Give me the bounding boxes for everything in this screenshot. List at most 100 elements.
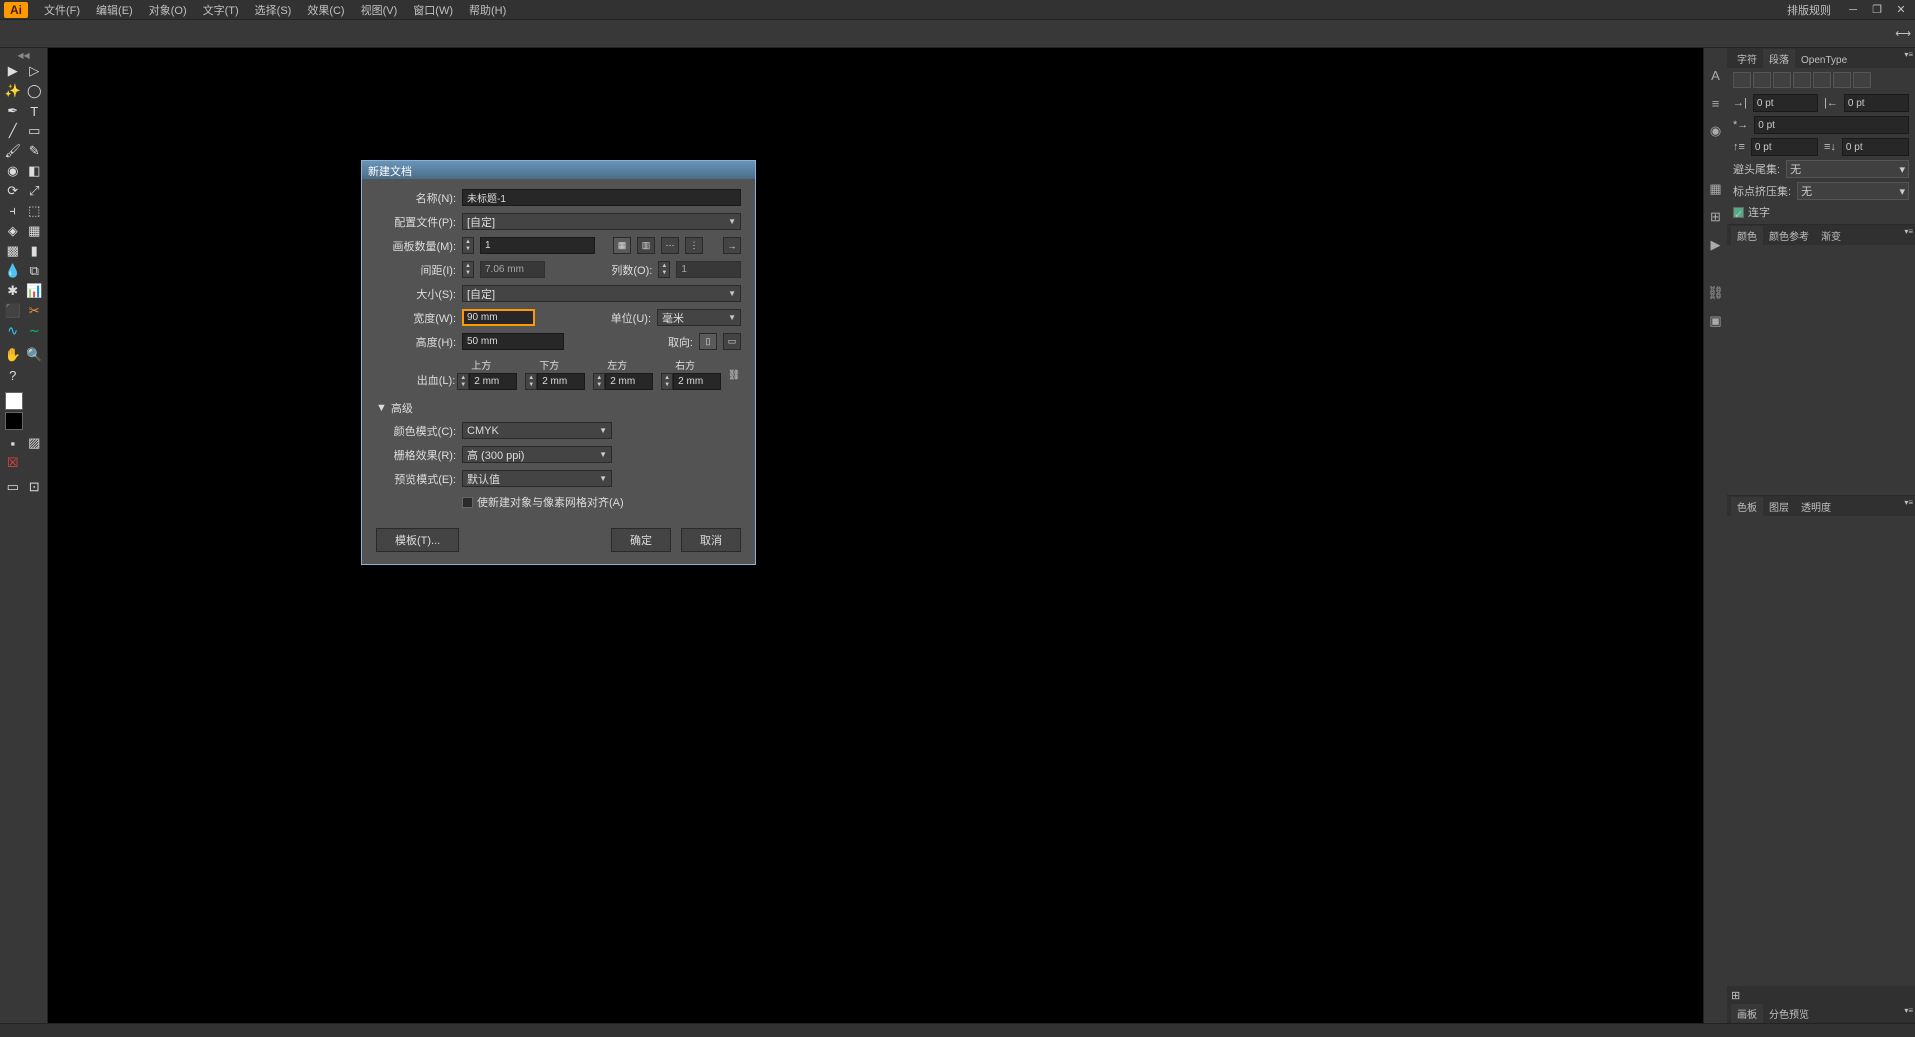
spacing-input[interactable]: 7.06 mm [480,261,545,278]
maximize-button[interactable]: ❐ [1867,2,1887,18]
menu-type[interactable]: 文字(T) [195,0,247,20]
tools-collapse-icon[interactable]: ◀◀ [2,50,45,61]
indent-right-input[interactable]: 0 pt [1844,94,1909,112]
menu-window[interactable]: 窗口(W) [405,0,461,20]
scale-tool[interactable]: ⤢ [24,181,46,201]
color-panel-menu-icon[interactable]: ▾≡ [1904,227,1913,236]
width-input[interactable]: 90 mm [462,309,535,326]
rotate-tool[interactable]: ⟳ [2,181,24,201]
move-tool[interactable]: ∿ [2,321,24,341]
preview-select[interactable]: 默认值▼ [462,470,612,487]
transform-panel-icon[interactable]: ⊞ [1707,208,1725,226]
free-transform-tool[interactable]: ⬚ [24,201,46,221]
height-input[interactable]: 50 mm [462,333,564,350]
tab-artboards[interactable]: 画板 [1731,1004,1763,1023]
arrange-col-icon[interactable]: ⋮ [685,237,703,254]
tab-character[interactable]: 字符 [1731,49,1763,68]
gradient-tool[interactable]: ▮ [24,241,46,261]
justify-left-button[interactable] [1793,72,1811,88]
justify-right-button[interactable] [1833,72,1851,88]
paintbrush-tool[interactable]: 🖌 [2,141,24,161]
tab-color[interactable]: 颜色 [1731,226,1763,245]
help-tool[interactable]: ? [2,365,24,385]
artboard-direction-icon[interactable]: → [723,237,741,254]
stroke-panel-icon[interactable]: ▣ [1707,312,1725,330]
menu-help[interactable]: 帮助(H) [461,0,514,20]
raster-select[interactable]: 高 (300 ppi)▼ [462,446,612,463]
wrinkle-tool[interactable]: ∼ [24,321,46,341]
bleed-link-icon[interactable]: ⛓ [727,360,741,390]
type-tool[interactable]: T [24,101,46,121]
artboard-tool[interactable]: ⬛ [2,301,24,321]
grid-by-row-icon[interactable]: ▦ [613,237,631,254]
align-center-button[interactable] [1753,72,1771,88]
spacing-spinner[interactable]: ▲▼ [462,261,474,278]
tab-gradient[interactable]: 渐变 [1815,226,1847,245]
appearance-panel-icon[interactable]: ◉ [1707,122,1725,140]
hyphenate-checkbox[interactable]: ✓ 连字 [1733,204,1909,220]
gradient-mode-icon[interactable]: ▨ [24,433,46,453]
blob-brush-tool[interactable]: ◉ [2,161,24,181]
selection-tool[interactable]: ▶ [2,61,24,81]
line-tool[interactable]: ╱ [2,121,24,141]
orientation-landscape-icon[interactable]: ▭ [723,333,741,350]
perspective-tool[interactable]: ▦ [24,221,46,241]
tab-color-guide[interactable]: 颜色参考 [1763,226,1815,245]
tab-separations[interactable]: 分色预览 [1763,1004,1815,1023]
indent-left-input[interactable]: 0 pt [1753,94,1818,112]
type-panel-icon[interactable]: A [1707,66,1725,84]
name-input[interactable]: 未标题-1 [462,189,741,206]
size-select[interactable]: [自定]▼ [462,285,741,302]
hand-tool[interactable]: ✋ [2,345,24,365]
bottom-panel-menu-icon[interactable]: ▾≡ [1904,1006,1913,1015]
symbol-sprayer-tool[interactable]: ✱ [2,281,24,301]
bleed-top-input[interactable]: 2 mm [469,373,517,390]
pencil-tool[interactable]: ✎ [24,141,46,161]
space-after-input[interactable]: 0 pt [1842,138,1909,156]
justify-center-button[interactable] [1813,72,1831,88]
links-panel-icon[interactable]: ⛓ [1707,284,1725,302]
close-button[interactable]: ✕ [1891,2,1911,18]
options-collapse-icon[interactable]: ⟷ [1895,27,1911,40]
layout-rules-dropdown[interactable]: 排版规则 [1779,0,1839,20]
mesh-tool[interactable]: ▩ [2,241,24,261]
pen-tool[interactable]: ✒ [2,101,24,121]
blend-tool[interactable]: ⧉ [24,261,46,281]
slice-tool[interactable]: ✂ [24,301,46,321]
tab-paragraph[interactable]: 段落 [1763,49,1795,68]
bleed-right-input[interactable]: 2 mm [673,373,721,390]
mojikumi-select[interactable]: 无▾ [1797,182,1909,200]
lasso-tool[interactable]: ◯ [24,81,46,101]
magic-wand-tool[interactable]: ✨ [2,81,24,101]
menu-file[interactable]: 文件(F) [36,0,88,20]
graph-tool[interactable]: 📊 [24,281,46,301]
kinsoku-select[interactable]: 无▾ [1786,160,1909,178]
tab-opentype[interactable]: OpenType [1795,53,1853,68]
bleed-left-spinner[interactable]: ▲▼ [593,373,605,390]
align-right-button[interactable] [1773,72,1791,88]
tab-transparency[interactable]: 透明度 [1795,497,1837,516]
columns-input[interactable]: 1 [676,261,741,278]
direct-selection-tool[interactable]: ▷ [24,61,46,81]
fill-stroke-swatches[interactable] [2,389,45,433]
screen-mode-icon[interactable]: ▭ [2,477,24,497]
minimize-button[interactable]: ─ [1843,2,1863,18]
justify-all-button[interactable] [1853,72,1871,88]
profile-select[interactable]: [自定]▼ [462,213,741,230]
eyedropper-tool[interactable]: 💧 [2,261,24,281]
menu-object[interactable]: 对象(O) [141,0,195,20]
ok-button[interactable]: 确定 [611,528,671,552]
bleed-top-spinner[interactable]: ▲▼ [457,373,469,390]
template-button[interactable]: 模板(T)... [376,528,459,552]
bleed-right-spinner[interactable]: ▲▼ [661,373,673,390]
align-left-button[interactable] [1733,72,1751,88]
bleed-left-input[interactable]: 2 mm [605,373,653,390]
columns-spinner[interactable]: ▲▼ [658,261,670,278]
bleed-bottom-input[interactable]: 2 mm [537,373,585,390]
units-select[interactable]: 毫米▼ [657,309,741,326]
paragraph-panel-icon[interactable]: ≡ [1707,94,1725,112]
rectangle-tool[interactable]: ▭ [24,121,46,141]
tab-swatches[interactable]: 色板 [1731,497,1763,516]
width-tool[interactable]: ⫞ [2,201,24,221]
advanced-disclosure[interactable]: ▼ 高级 [376,400,741,416]
